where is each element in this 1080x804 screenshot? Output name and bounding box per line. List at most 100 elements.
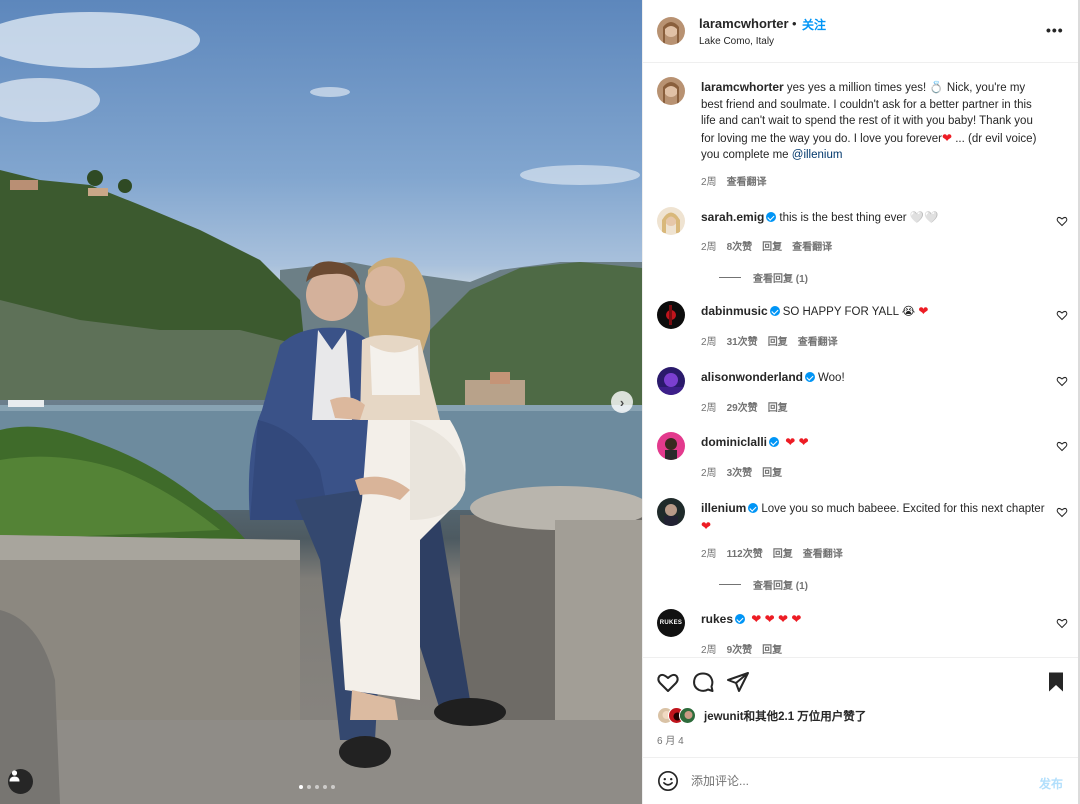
verified-badge-icon xyxy=(748,503,759,513)
carousel-dot xyxy=(323,785,327,789)
follow-button[interactable]: 关注 xyxy=(802,16,826,33)
comment-username[interactable]: rukes xyxy=(701,612,733,626)
view-replies-button[interactable]: 查看回复 (1) xyxy=(719,577,808,592)
comment-input[interactable] xyxy=(691,770,1021,792)
comment-time[interactable]: 2周 xyxy=(701,399,717,414)
comment-body: this is the best thing ever 🤍🤍 xyxy=(779,212,939,224)
reply-button[interactable]: 回复 xyxy=(768,399,788,414)
author-username[interactable]: laramcwhorter xyxy=(699,16,789,31)
caption-time[interactable]: 2周 xyxy=(701,173,717,188)
carousel-dot xyxy=(331,785,335,789)
like-comment-heart-icon[interactable] xyxy=(1056,506,1068,518)
reply-button[interactable]: 回复 xyxy=(762,238,782,253)
like-comment-heart-icon[interactable] xyxy=(1056,440,1068,452)
comment-body: SO HAPPY FOR YALL 😭 xyxy=(782,306,916,318)
comment-likes[interactable]: 112次赞 xyxy=(727,545,763,560)
comment-likes[interactable]: 29次赞 xyxy=(727,399,758,414)
heart-outline-icon[interactable] xyxy=(656,670,680,694)
post-date[interactable]: 6 月 4 xyxy=(657,732,684,747)
comment-meta: 2周 31次赞 回复 查看翻译 xyxy=(701,333,838,348)
comment-meta: 2周 112次赞 回复 查看翻译 xyxy=(701,545,843,560)
tagged-users-button[interactable] xyxy=(8,769,33,794)
rukes-logo: RUKES xyxy=(657,609,685,637)
instagram-post-window: › laramcwhorter • 关注 Lake Como, Italy ••… xyxy=(0,0,1080,804)
comment-meta: 2周 29次赞 回复 xyxy=(701,399,788,414)
heart-emoji: ❤ xyxy=(701,518,712,533)
see-translation-button[interactable]: 查看翻译 xyxy=(803,545,843,560)
comment-meta: 2周 3次赞 回复 xyxy=(701,464,782,479)
comment-text: rukes ❤ ❤ ❤ ❤ xyxy=(701,611,1051,629)
comments-list[interactable]: laramcwhorter yes yes a million times ye… xyxy=(643,64,1079,657)
verified-badge-icon xyxy=(769,437,780,447)
commenter-avatar[interactable]: RUKES xyxy=(657,609,685,637)
comment-likes[interactable]: 9次赞 xyxy=(727,641,753,656)
comment-meta: 2周 8次赞 回复 查看翻译 xyxy=(701,238,832,253)
liker-username[interactable]: jewunit xyxy=(704,711,744,723)
commenter-avatar[interactable] xyxy=(657,367,685,395)
view-replies-button[interactable]: 查看回复 (1) xyxy=(719,270,808,285)
comment-time[interactable]: 2周 xyxy=(701,545,717,560)
see-translation-button[interactable]: 查看翻译 xyxy=(727,173,767,188)
comment-username[interactable]: dabinmusic xyxy=(701,304,768,318)
verified-badge-icon xyxy=(766,212,777,222)
likes-summary[interactable]: jewunit和其他2.1 万位用户赞了 xyxy=(657,707,866,724)
next-image-button[interactable]: › xyxy=(611,391,633,413)
comment-icon[interactable] xyxy=(691,670,715,694)
reply-button[interactable]: 回复 xyxy=(762,641,782,656)
comment-time[interactable]: 2周 xyxy=(701,641,717,656)
like-comment-heart-icon[interactable] xyxy=(1056,617,1068,629)
commenter-avatar[interactable] xyxy=(657,207,685,235)
comment-likes[interactable]: 31次赞 xyxy=(727,333,758,348)
caption-username[interactable]: laramcwhorter xyxy=(701,80,784,94)
comment-username[interactable]: dominiclalli xyxy=(701,435,767,449)
separator-dot: • xyxy=(792,16,797,31)
reply-button[interactable]: 回复 xyxy=(773,545,793,560)
comment-text: illenium Love you so much babeee. Excited… xyxy=(701,500,1051,535)
comment-time[interactable]: 2周 xyxy=(701,464,717,479)
post-actions: jewunit和其他2.1 万位用户赞了 6 月 4 xyxy=(643,657,1079,757)
comment-body: Love you so much babeee. Excited for thi… xyxy=(761,503,1045,515)
post-location[interactable]: Lake Como, Italy xyxy=(699,36,774,47)
author-avatar[interactable] xyxy=(657,17,685,45)
liker-avatar xyxy=(679,707,696,724)
verified-badge-icon xyxy=(735,614,746,624)
verified-badge-icon xyxy=(769,306,780,316)
comment-text: dabinmusic SO HAPPY FOR YALL 😭 ❤ xyxy=(701,303,1051,321)
comment-likes[interactable]: 3次赞 xyxy=(727,464,753,479)
commenter-avatar[interactable] xyxy=(657,498,685,526)
reply-button[interactable]: 回复 xyxy=(762,464,782,479)
post-photo[interactable]: › xyxy=(0,0,642,804)
comment-likes[interactable]: 8次赞 xyxy=(727,238,753,253)
comment-username[interactable]: illenium xyxy=(701,501,746,515)
comment-time[interactable]: 2周 xyxy=(701,333,717,348)
emoji-icon[interactable] xyxy=(657,770,679,792)
carousel-dot xyxy=(299,785,303,789)
person-icon xyxy=(9,770,20,782)
post-detail-panel: laramcwhorter • 关注 Lake Como, Italy ••• … xyxy=(642,0,1079,804)
comment-username[interactable]: alisonwonderland xyxy=(701,370,803,384)
author-avatar[interactable] xyxy=(657,77,685,105)
share-send-icon[interactable] xyxy=(726,670,750,694)
comment-text: alisonwonderland Woo! xyxy=(701,369,1051,387)
see-translation-button[interactable]: 查看翻译 xyxy=(798,333,838,348)
like-comment-heart-icon[interactable] xyxy=(1056,309,1068,321)
bookmark-filled-icon[interactable] xyxy=(1044,670,1068,694)
mention-link[interactable]: @illenium xyxy=(792,149,843,161)
reply-button[interactable]: 回复 xyxy=(768,333,788,348)
more-horizontal-icon[interactable]: ••• xyxy=(1046,22,1064,38)
commenter-avatar[interactable] xyxy=(657,432,685,460)
likes-count[interactable]: 和其他2.1 万位用户赞了 xyxy=(744,711,867,723)
see-translation-button[interactable]: 查看翻译 xyxy=(792,238,832,253)
view-replies-label[interactable]: 查看回复 (1) xyxy=(753,577,808,592)
post-comment-button[interactable]: 发布 xyxy=(1039,775,1063,792)
view-replies-label[interactable]: 查看回复 (1) xyxy=(753,270,808,285)
like-comment-heart-icon[interactable] xyxy=(1056,215,1068,227)
comment-username[interactable]: sarah.emig xyxy=(701,210,764,224)
post-header: laramcwhorter • 关注 Lake Como, Italy ••• xyxy=(643,0,1079,63)
like-comment-heart-icon[interactable] xyxy=(1056,375,1068,387)
comment-body: Woo! xyxy=(818,372,845,384)
comment-time[interactable]: 2周 xyxy=(701,238,717,253)
comment-text: dominiclalli ❤ ❤ xyxy=(701,434,1051,452)
caption-text: laramcwhorter yes yes a million times ye… xyxy=(701,79,1046,164)
commenter-avatar[interactable] xyxy=(657,301,685,329)
